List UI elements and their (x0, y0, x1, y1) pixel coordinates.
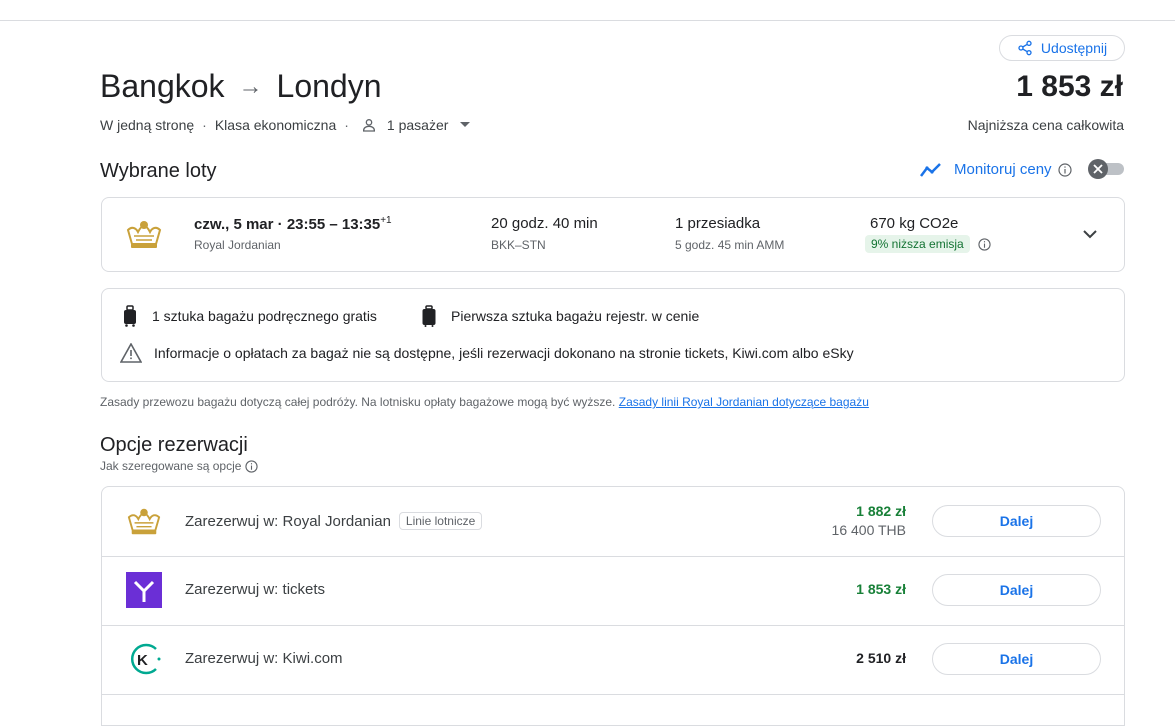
warning-icon (120, 343, 142, 363)
flight-datetime: czw., 5 mar · 23:55 – 13:35+1 (194, 215, 392, 233)
flight-datetime-text: czw., 5 mar · 23:55 – 13:35 (194, 216, 381, 233)
booking-option-royal-jordanian: Zarezerwuj w: Royal Jordanian Linie lotn… (102, 487, 1124, 557)
baggage-rules-link[interactable]: Zasady linii Royal Jordanian dotyczące b… (619, 395, 869, 409)
booking-price: 2 510 zł (856, 650, 906, 666)
track-prices-label: Monitoruj ceny (954, 161, 1052, 178)
baggage-card: 1 sztuka bagażu podręcznego gratis Pierw… (101, 288, 1125, 382)
person-icon (361, 117, 377, 133)
airline-name: Royal Jordanian (194, 238, 281, 252)
booking-option-name: Zarezerwuj w: tickets (185, 581, 325, 598)
top-divider (0, 20, 1175, 21)
booking-option-name: Zarezerwuj w: Royal Jordanian Linie lotn… (185, 512, 483, 530)
booking-option-label: Zarezerwuj w: tickets (185, 581, 326, 598)
checked-bag-icon (422, 305, 436, 327)
booking-option-label: Zarezerwuj w: Kiwi.com (185, 650, 343, 667)
share-button[interactable]: Udostępnij (999, 35, 1125, 61)
tickets-logo-icon (124, 572, 164, 608)
info-icon[interactable] (1057, 162, 1072, 177)
chevron-down-icon (1083, 229, 1097, 238)
carry-on-bag-icon (124, 305, 136, 327)
cabin-class: Klasa ekonomiczna (214, 117, 337, 133)
route-title: Bangkok → Londyn (100, 68, 382, 105)
baggage-rules-text: Zasady przewozu bagażu dotyczą całej pod… (100, 395, 616, 409)
booking-options-list: Zarezerwuj w: Royal Jordanian Linie lotn… (101, 486, 1125, 726)
close-icon (1093, 164, 1103, 174)
expand-button[interactable] (1078, 222, 1102, 246)
info-icon (245, 459, 259, 473)
airline-tag: Linie lotnicze (398, 512, 483, 530)
flight-layover: 5 godz. 45 min AMM (675, 238, 785, 252)
separator-dot: · (202, 117, 207, 133)
caret-down-icon[interactable] (460, 122, 471, 128)
selected-flights-title: Wybrane loty (100, 160, 217, 182)
info-icon[interactable] (978, 238, 991, 251)
total-price-caption: Najniższa cena całkowita (967, 117, 1124, 133)
baggage-warning: Informacje o opłatach za bagaż nie są do… (120, 343, 854, 363)
booking-option-tickets: Zarezerwuj w: tickets 1 853 zł Dalej (102, 556, 1124, 626)
booking-price: 1 882 zł (856, 503, 906, 519)
share-label: Udostępnij (1040, 40, 1108, 56)
royal-jordanian-crown-icon (126, 221, 162, 248)
baggage-warning-text: Informacje o opłatach za bagaż nie są do… (154, 345, 854, 361)
trip-type: W jedną stronę (100, 117, 195, 133)
booking-options-title: Opcje rezerwacji (100, 434, 248, 456)
emission-badge: 9% niższa emisja (865, 235, 970, 253)
booking-option-label: Zarezerwuj w: Royal Jordanian (185, 512, 391, 530)
destination-city: Londyn (276, 68, 382, 104)
flight-stops: 1 przesiadka (675, 215, 761, 232)
kiwi-logo-icon: K (124, 641, 164, 677)
booking-option-kiwi: K Zarezerwuj w: Kiwi.com 2 510 zł Dalej (102, 625, 1124, 695)
royal-jordanian-crown-icon (124, 503, 164, 539)
arrow-right-icon: → (238, 72, 263, 100)
passenger-count[interactable]: 1 pasażer (387, 117, 448, 133)
trip-meta: W jedną stronę · Klasa ekonomiczna · 1 p… (100, 117, 471, 133)
booking-price-alt: 16 400 THB (831, 522, 906, 538)
baggage-rules: Zasady przewozu bagażu dotyczą całej pod… (100, 395, 869, 409)
toggle-knob (1088, 159, 1108, 179)
ranking-info[interactable]: Jak szeregowane są opcje (100, 459, 259, 473)
day-offset: +1 (380, 215, 392, 226)
flight-airports: BKK–STN (491, 238, 546, 252)
svg-text:K: K (137, 652, 148, 669)
flight-duration: 20 godz. 40 min (491, 215, 598, 232)
checked-bag-text: Pierwsza sztuka bagażu rejestr. w cenie (451, 308, 700, 324)
continue-button[interactable]: Dalej (932, 574, 1101, 606)
booking-price: 1 853 zł (856, 581, 906, 597)
booking-option-name: Zarezerwuj w: Kiwi.com (185, 650, 343, 667)
track-prices[interactable]: Monitoruj ceny (919, 161, 1072, 178)
carry-on-info: 1 sztuka bagażu podręcznego gratis (122, 305, 377, 327)
checked-bag-info: Pierwsza sztuka bagażu rejestr. w cenie (421, 305, 699, 327)
selected-flight-card[interactable]: czw., 5 mar · 23:55 – 13:35+1 Royal Jord… (101, 197, 1125, 272)
continue-button[interactable]: Dalej (932, 505, 1101, 537)
continue-button[interactable]: Dalej (932, 643, 1101, 675)
separator-dot: · (344, 117, 349, 133)
ranking-label: Jak szeregowane są opcje (100, 459, 242, 473)
trending-icon (920, 162, 941, 177)
total-price: 1 853 zł (1016, 70, 1123, 103)
flight-co2: 670 kg CO2e (870, 215, 959, 232)
share-icon (1018, 40, 1032, 56)
origin-city: Bangkok (100, 68, 225, 104)
carry-on-text: 1 sztuka bagażu podręcznego gratis (152, 308, 377, 324)
track-prices-toggle[interactable] (1088, 159, 1126, 179)
